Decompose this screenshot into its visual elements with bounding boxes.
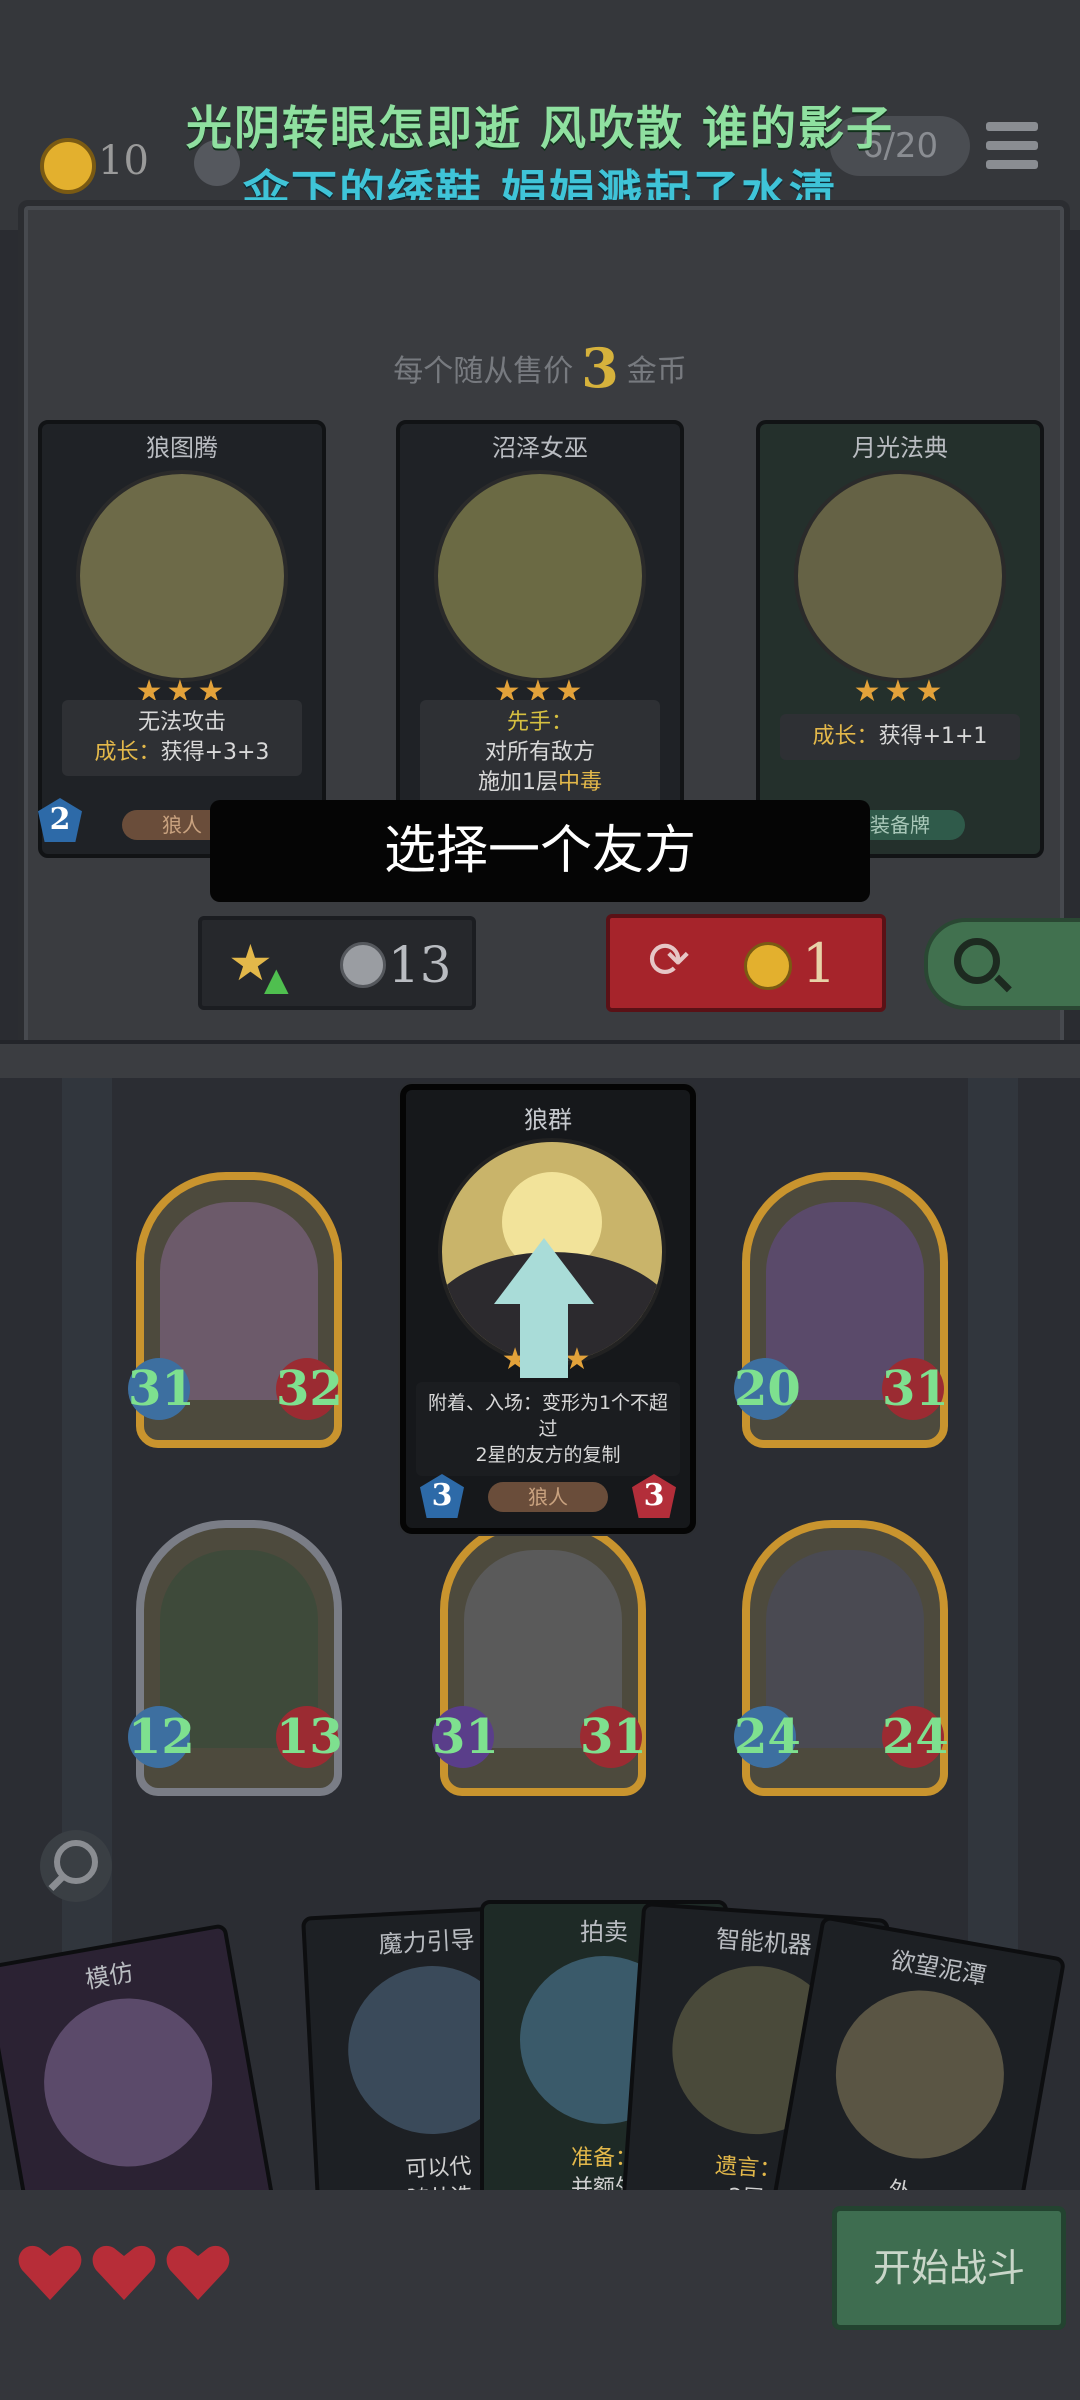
minion-health: 24 bbox=[882, 1706, 949, 1768]
card-title: 狼群 bbox=[524, 1106, 572, 1134]
desc-line: 附着、入场：变形为1个不超过 bbox=[427, 1392, 669, 1440]
minion-health: 32 bbox=[276, 1358, 343, 1420]
select-target-arrow-icon bbox=[494, 1238, 594, 1378]
star-rating: ★★★ bbox=[853, 674, 947, 709]
shop-price-line: 每个随从售价 3 金币 bbox=[0, 336, 1080, 400]
minion-attack: 24 bbox=[734, 1706, 801, 1768]
silver-coin-icon bbox=[340, 942, 386, 988]
price-suffix: 金币 bbox=[626, 354, 687, 389]
desc-line: 2星的友方的复制 bbox=[475, 1444, 621, 1466]
shop-card-moonlight-codex[interactable]: 月光法典 ★★★ 成长：获得+1+1 装备牌 bbox=[756, 420, 1044, 858]
start-battle-button[interactable]: 开始战斗 bbox=[832, 2206, 1066, 2330]
card-desc: 附着、入场：变形为1个不超过 2星的友方的复制 bbox=[416, 1382, 680, 1476]
growth-label: 成长： bbox=[94, 740, 161, 765]
minion-attack: 31 bbox=[432, 1706, 499, 1768]
desc-line: 施加1层 bbox=[477, 770, 558, 795]
minion-health: 31 bbox=[882, 1358, 949, 1420]
desc-line: 先手： bbox=[506, 710, 573, 735]
growth-value: 获得+3+3 bbox=[160, 740, 270, 765]
cost-badge: 3 bbox=[632, 1474, 676, 1518]
shop-card-swamp-witch[interactable]: 沼泽女巫 ★★★ 先手： 对所有敌方 施加1层中毒 bbox=[396, 420, 684, 858]
shop-search-button[interactable] bbox=[924, 918, 1080, 1010]
zoom-button[interactable] bbox=[40, 1830, 112, 1902]
swamp-witch-art bbox=[434, 470, 646, 682]
tribe-tag: 狼人 bbox=[488, 1482, 608, 1512]
card-desc: 无法攻击 成长：获得+3+3 bbox=[62, 700, 302, 776]
wolf-totem-art bbox=[76, 470, 288, 682]
card-title: 月光法典 bbox=[852, 434, 948, 462]
section-divider bbox=[0, 1040, 1080, 1082]
desc-line: 对所有敌方 bbox=[484, 740, 595, 765]
minion-attack: 31 bbox=[128, 1358, 195, 1420]
card-desc: 先手： 对所有敌方 施加1层中毒 bbox=[420, 700, 660, 806]
search-icon bbox=[954, 938, 1000, 984]
upgrade-cost: 13 bbox=[388, 936, 452, 994]
growth-value: 获得+1+1 bbox=[878, 724, 988, 749]
select-friendly-toast: 选择一个友方 bbox=[210, 800, 870, 902]
arrow-up-icon: ▲ bbox=[264, 960, 289, 998]
coin-icon bbox=[744, 942, 792, 990]
moonlight-codex-art bbox=[794, 470, 1006, 682]
growth-label: 成长： bbox=[812, 724, 879, 749]
price-value: 3 bbox=[581, 336, 619, 400]
minion-health: 13 bbox=[276, 1706, 343, 1768]
card-desc: 成长：获得+1+1 bbox=[780, 714, 1020, 760]
minion-attack: 12 bbox=[128, 1706, 195, 1768]
price-prefix: 每个随从售价 bbox=[393, 354, 574, 389]
card-art bbox=[30, 1985, 226, 2180]
refresh-button[interactable]: ⟳ 1 bbox=[606, 914, 886, 1012]
refresh-icon: ⟳ bbox=[648, 931, 690, 989]
card-title: 狼图腾 bbox=[146, 434, 218, 462]
tier-badge: 2 bbox=[38, 798, 82, 842]
upgrade-button[interactable]: ★ ▲ 13 bbox=[198, 916, 476, 1010]
card-art bbox=[822, 1977, 1018, 2172]
card-title: 沼泽女巫 bbox=[492, 434, 588, 462]
desc-line: 无法攻击 bbox=[137, 710, 226, 735]
minion-health: 31 bbox=[580, 1706, 647, 1768]
tier-badge: 3 bbox=[420, 1474, 464, 1518]
refresh-cost: 1 bbox=[802, 932, 837, 995]
lyric-line-1: 光阴转眼怎即逝 风吹散 谁的影子 bbox=[185, 101, 895, 155]
poison-keyword: 中毒 bbox=[557, 770, 602, 795]
shop-card-wolf-totem[interactable]: 狼图腾 ★★★ 无法攻击 成长：获得+3+3 狼人 2 bbox=[38, 420, 326, 858]
minion-attack: 20 bbox=[734, 1358, 801, 1420]
